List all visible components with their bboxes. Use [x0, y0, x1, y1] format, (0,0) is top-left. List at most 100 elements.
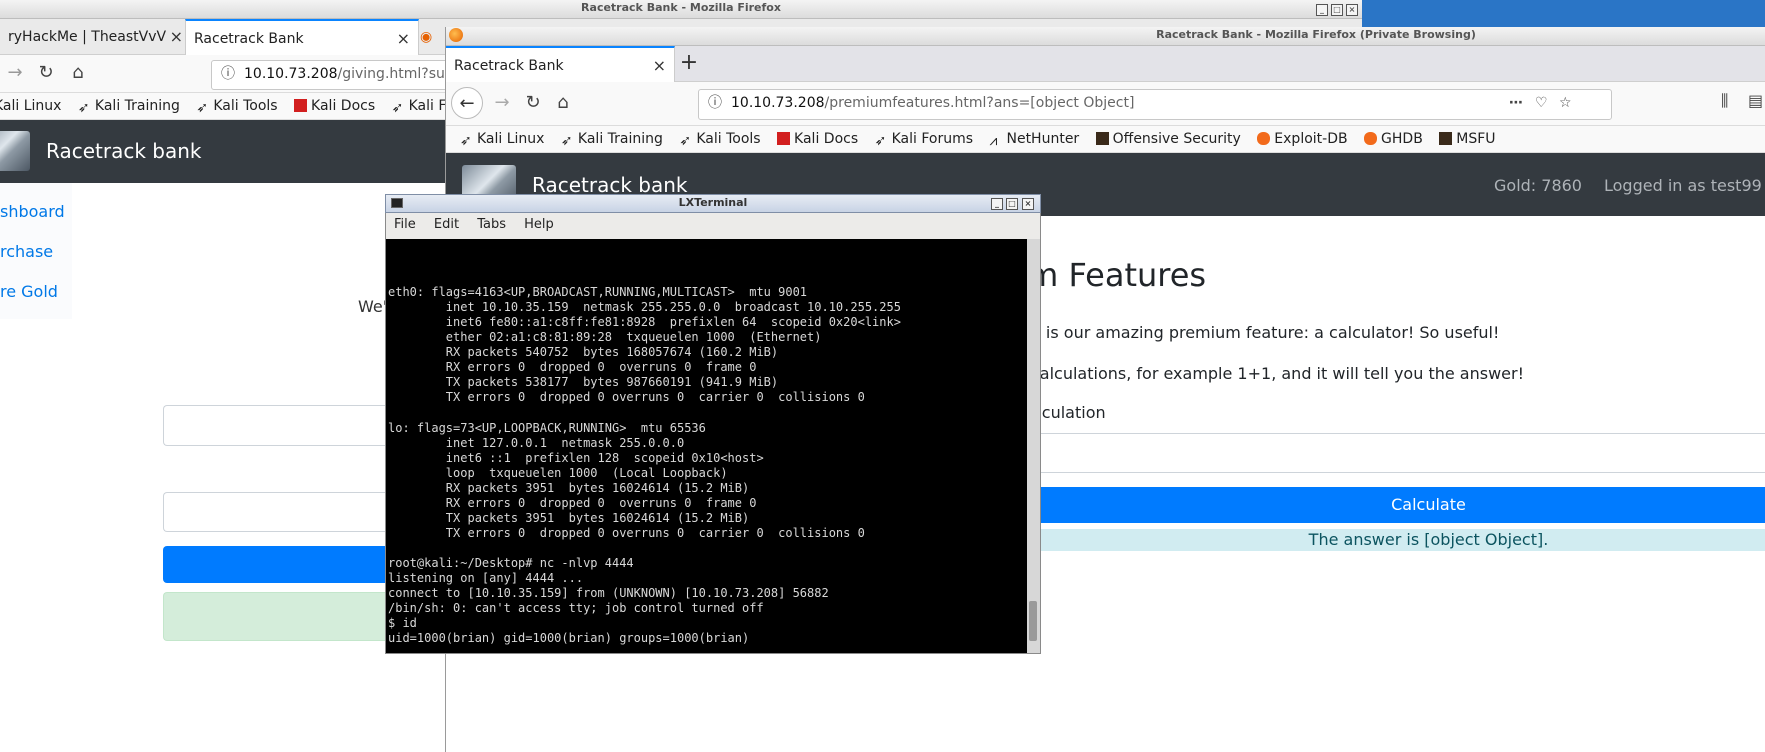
calculation-input[interactable] — [1031, 433, 1765, 473]
new-tab-icon[interactable]: + — [671, 46, 707, 80]
terminal-scrollbar-thumb[interactable] — [1029, 601, 1037, 641]
front-nav-toolbar: ← → ↻ ⌂ ⓘ 10.10.73.208/premiumfeatures.h… — [446, 82, 1765, 126]
terminal-output[interactable]: eth0: flags=4163<UP,BROADCAST,RUNNING,MU… — [385, 239, 1041, 654]
tab-close-icon[interactable]: × — [170, 19, 183, 54]
tab-close-icon[interactable]: × — [397, 21, 410, 56]
back-window-titlebar[interactable]: Racetrack Bank - Mozilla Firefox _ □ × — [0, 0, 1362, 19]
bookmark-kali-training[interactable]: ➶ Kali Training — [561, 126, 663, 152]
calculate-button[interactable]: Calculate — [1031, 487, 1765, 523]
back-bookmarks-bar: Kali Linux ➶ Kali Training ➶ Kali Tools Ka… — [0, 93, 450, 120]
minimize-icon[interactable]: _ — [991, 198, 1003, 210]
bookmark-label: Kali Docs — [794, 131, 859, 147]
terminal-menubar: File Edit Tabs Help — [385, 213, 1041, 239]
home-icon[interactable]: ⌂ — [548, 89, 578, 117]
firefox-icon: ◉ — [420, 29, 433, 45]
terminal-line: connect to [10.10.35.159] from (UNKNOWN)… — [388, 586, 829, 601]
terminal-line: ether 02:a1:c8:81:89:28 txqueuelen 1000 … — [388, 330, 822, 345]
terminal-line: RX packets 540752 bytes 168057674 (160.2… — [388, 345, 779, 360]
tab-label: Racetrack Bank — [454, 58, 564, 74]
kali-dragon-icon: ➶ — [196, 100, 209, 116]
pocket-icon[interactable]: ♡ — [1535, 90, 1548, 116]
url-path: /premiumfeatures.html?ans=[object Object… — [824, 95, 1135, 111]
library-icon[interactable]: ⫼ — [1721, 91, 1728, 111]
kali-dragon-icon: ➶ — [874, 133, 887, 149]
terminal-line: RX packets 3951 bytes 16024614 (15.2 MiB… — [388, 480, 750, 495]
kali-dragon-icon: ➶ — [679, 133, 692, 149]
minimize-icon[interactable]: _ — [1316, 4, 1328, 16]
menu-tabs[interactable]: Tabs — [477, 217, 506, 232]
bookmark-kali-tools[interactable]: ➶ Kali Tools — [679, 126, 760, 152]
sidebar-link-give-gold[interactable]: re Gold — [0, 282, 58, 301]
menu-file[interactable]: File — [394, 217, 416, 232]
bookmark-label: Kali Training — [577, 131, 663, 147]
bookmark-label: Kali Linux — [477, 131, 545, 147]
tab-close-icon[interactable]: × — [653, 48, 666, 83]
bookmark-kali-tools[interactable]: ➶ Kali Tools — [196, 93, 277, 119]
terminal-line: TX errors 0 dropped 0 overruns 0 carrier… — [388, 390, 865, 405]
back-partial-text: We' — [358, 297, 388, 316]
back-icon[interactable]: ← — [451, 87, 483, 119]
bookmark-kali-docs[interactable]: Kali Docs — [777, 126, 858, 152]
kali-docs-icon — [294, 99, 308, 112]
terminal-scrollbar[interactable] — [1027, 239, 1040, 653]
kali-dragon-icon: ➶ — [391, 100, 404, 116]
back-submit-button[interactable] — [163, 546, 403, 583]
bookmark-kali-linux[interactable]: ➶ Kali Linux — [460, 126, 544, 152]
back-tab-tryhackme[interactable]: ryHackMe | TheastVvV × — [0, 19, 191, 54]
front-window-titlebar[interactable]: Racetrack Bank - Mozilla Firefox (Privat… — [446, 27, 1765, 46]
close-icon[interactable]: × — [1346, 4, 1358, 16]
bookmark-label: Kali Linux — [0, 98, 62, 114]
maximize-icon[interactable]: □ — [1006, 198, 1018, 210]
back-success-alert — [163, 592, 403, 641]
terminal-line: inet6 fe80::a1:c8ff:fe81:8928 prefixlen … — [388, 315, 901, 330]
back-input-amount[interactable] — [163, 492, 404, 532]
msfu-icon — [1439, 132, 1453, 145]
tab-label: Racetrack Bank — [194, 31, 304, 47]
bookmark-star-icon[interactable]: ☆ — [1559, 90, 1572, 116]
front-url-bar[interactable]: ⓘ 10.10.73.208/premiumfeatures.html?ans=… — [698, 89, 1612, 120]
info-icon: ⓘ — [708, 95, 722, 111]
page-actions-icon[interactable]: ⋯ — [1509, 90, 1523, 116]
bookmark-label: Exploit-DB — [1274, 131, 1348, 147]
maximize-icon[interactable]: □ — [1331, 4, 1343, 16]
menu-help[interactable]: Help — [524, 217, 554, 232]
home-icon[interactable]: ⌂ — [63, 59, 93, 87]
reload-icon[interactable]: ↻ — [31, 59, 61, 87]
bookmark-kali-forums[interactable]: ➶Kali Foru — [392, 93, 450, 119]
back-tab-racetrack[interactable]: Racetrack Bank × — [185, 19, 419, 56]
close-icon[interactable]: × — [1022, 198, 1034, 210]
back-sidebar: shboard rchase re Gold — [0, 183, 72, 319]
reload-icon[interactable]: ↻ — [518, 89, 548, 117]
terminal-title: LXTerminal — [678, 196, 748, 209]
bookmark-exploit-db[interactable]: Exploit-DB — [1257, 126, 1348, 152]
terminal-titlebar[interactable]: LXTerminal _ □ × — [385, 194, 1041, 213]
bookmark-kali-training[interactable]: ➶ Kali Training — [78, 93, 180, 119]
bookmark-kali-docs[interactable]: Kali Docs — [294, 93, 375, 119]
premium-instructions-text: calculations, for example 1+1, and it wi… — [1031, 364, 1524, 383]
terminal-app-icon — [391, 198, 403, 208]
terminal-line: RX errors 0 dropped 0 overruns 0 frame 0 — [388, 360, 757, 375]
terminal-line: listening on [any] 4444 ... — [388, 571, 584, 586]
site-title[interactable]: Racetrack bank — [46, 139, 201, 163]
bookmark-label: Kali Tools — [696, 131, 761, 147]
sidebar-link-dashboard[interactable]: shboard — [0, 202, 65, 221]
bookmark-nethunter[interactable]: ⩘ NetHunter — [989, 126, 1079, 152]
sidebar-icon[interactable]: ▤ — [1748, 91, 1763, 110]
bookmark-ghdb[interactable]: GHDB — [1364, 126, 1423, 152]
bookmark-label: Kali Foru — [408, 98, 450, 114]
back-input-user[interactable] — [163, 405, 404, 446]
bookmark-offensive-security[interactable]: Offensive Security — [1095, 126, 1241, 152]
terminal-line: TX packets 538177 bytes 987660191 (941.9… — [388, 375, 779, 390]
bookmark-msfu[interactable]: MSFU — [1439, 126, 1496, 152]
front-bookmarks-bar: ➶ Kali Linux ➶ Kali Training ➶ Kali Tools K… — [446, 126, 1765, 153]
bookmark-kali-linux[interactable]: Kali Linux — [0, 93, 61, 119]
front-tab-racetrack[interactable]: Racetrack Bank × — [446, 46, 675, 83]
forward-icon[interactable]: → — [487, 89, 517, 117]
logged-in-user: Logged in as test99 — [1604, 176, 1762, 195]
bookmark-kali-forums[interactable]: ➶ Kali Forums — [875, 126, 973, 152]
menu-edit[interactable]: Edit — [434, 217, 459, 232]
sidebar-link-purchase[interactable]: rchase — [0, 242, 53, 261]
forward-icon[interactable]: → — [0, 59, 30, 87]
info-icon: ⓘ — [221, 66, 235, 82]
